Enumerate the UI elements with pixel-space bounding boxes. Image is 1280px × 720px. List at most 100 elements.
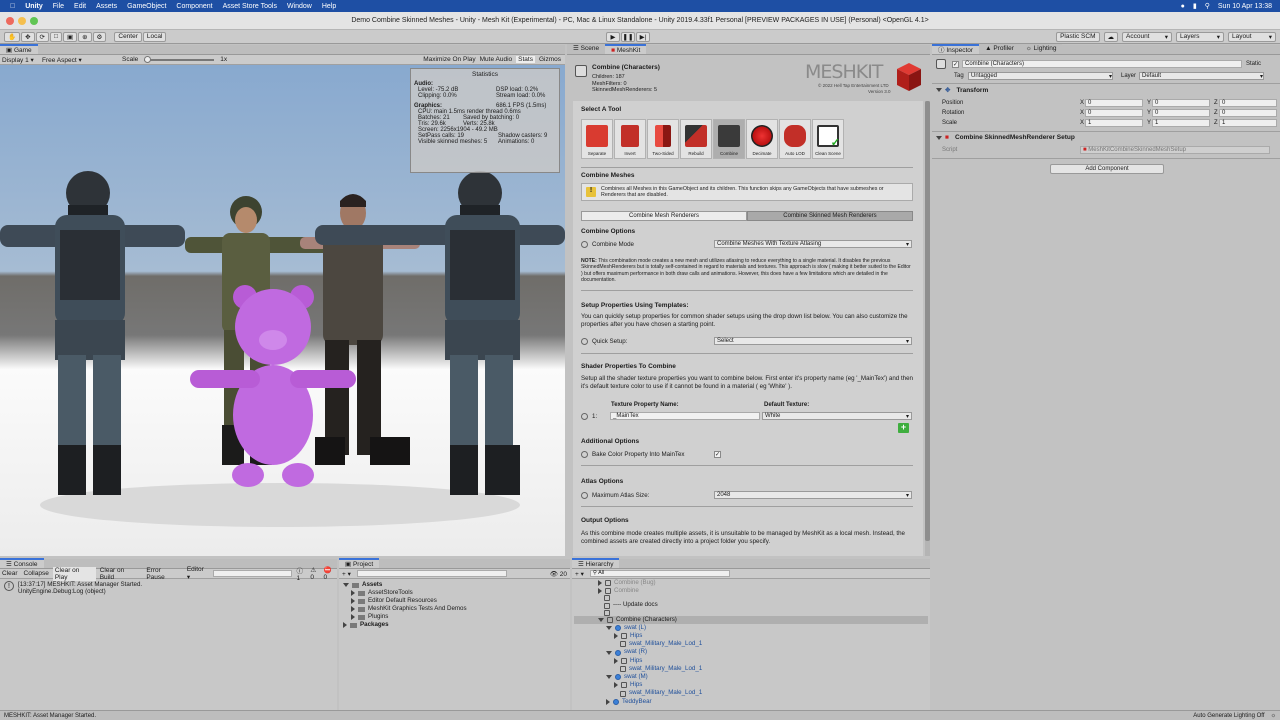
hierarchy-item[interactable]: Hips [574,681,928,689]
tab-scene[interactable]: ☰ Scene [567,44,606,54]
project-folder-item[interactable]: AssetStoreTools [343,589,467,597]
gizmos-toggle[interactable]: Gizmos [539,56,561,63]
tool-separate[interactable]: Separate [581,119,613,159]
console-editor-dropdown[interactable]: Editor ▾ [185,566,211,581]
battery-icon[interactable]: ▮ [1193,2,1197,10]
tab-combine-mesh-renderers[interactable]: Combine Mesh Renderers [581,211,747,221]
console-log-count[interactable]: ⓘ 1 [296,565,308,582]
scale-x-input[interactable]: 1 [1085,119,1143,127]
app-menu[interactable]: Unity [25,3,43,10]
tool-two-sided[interactable]: Two-Sided [647,119,679,159]
console-clear-button[interactable]: Clear [0,570,20,577]
console-search-input[interactable] [212,570,293,577]
tab-game[interactable]: ▣ Game [0,44,38,54]
search-icon[interactable]: ⚲ [1205,2,1210,10]
hierarchy-item[interactable]: ---- Update docs [574,601,928,609]
position-x-input[interactable]: 0 [1085,99,1143,107]
tool-combine[interactable]: Combine [713,119,745,159]
active-checkbox[interactable]: ✓ [952,60,959,68]
rotation-y-input[interactable]: 0 [1152,109,1210,117]
scale-y-input[interactable]: 1 [1152,119,1210,127]
default-texture-dropdown[interactable]: White ▾ [762,412,912,420]
hierarchy-item[interactable]: TeddyBear [574,698,928,706]
plastic-scm-button[interactable]: Plastic SCM [1056,31,1100,42]
rotate-tool-icon[interactable]: ⟳ [35,31,49,42]
menu-assets[interactable]: Assets [96,3,117,10]
hierarchy-item[interactable]: swat (M) [574,673,928,681]
hierarchy-item[interactable]: Combine [574,587,928,595]
console-clear-on-build-button[interactable]: Clear on Build [98,567,143,581]
menu-file[interactable]: File [53,3,64,10]
menu-window[interactable]: Window [287,3,312,10]
tab-project[interactable]: ▣ Project [339,558,380,568]
display-dropdown[interactable]: Display 1 ▾ [2,56,38,64]
layer-dropdown[interactable]: Default ▾ [1139,72,1264,80]
hierarchy-item[interactable]: swat_Military_Male_Lod_1 [574,689,928,697]
zoom-window-icon[interactable] [30,17,38,25]
project-hidden-count[interactable]: 👁 20 [550,570,567,578]
hierarchy-item[interactable]: Hips [574,632,928,640]
hierarchy-item[interactable]: Hips [574,657,928,665]
project-add-icon[interactable]: + ▾ [342,570,351,578]
tab-profiler[interactable]: ▲ Profiler [979,44,1020,54]
play-button[interactable]: ▶ [606,31,620,42]
bake-color-checkbox[interactable]: ✓ [714,451,721,458]
tool-decimate[interactable]: Decimate [746,119,778,159]
add-component-button[interactable]: Add Component [1050,164,1164,174]
hierarchy-search-input[interactable]: ⚲ All [589,570,730,577]
minimize-window-icon[interactable] [18,17,26,25]
hand-tool-icon[interactable]: ✋ [4,31,21,42]
tool-rebuild[interactable]: Rebuild [680,119,712,159]
tool-clean-scene[interactable]: ✓ Clean Scene [812,119,844,159]
layout-dropdown[interactable]: Layout ▾ [1228,31,1276,42]
custom-tool-icon[interactable]: ⚙ [92,31,107,42]
tool-auto-lod[interactable]: Auto LOD [779,119,811,159]
transform-header[interactable]: ✥ Transform [936,86,988,94]
quick-setup-dropdown[interactable]: Select ▾ [714,337,912,345]
tab-meshkit[interactable]: ■ MeshKit [605,44,647,54]
component-header[interactable]: ■ Combine SkinnedMeshRenderer Setup [936,134,1075,141]
menu-asset-store-tools[interactable]: Asset Store Tools [223,3,277,10]
meshkit-scrollbar[interactable] [925,101,930,556]
lighting-icon[interactable]: ☼ [1271,713,1277,719]
console-log-entry[interactable]: ! [13:37:17] MESHKIT: Asset Manager Star… [4,581,334,595]
project-packages-folder[interactable]: Packages [343,621,467,629]
step-button[interactable]: ▶| [636,31,650,42]
script-field[interactable]: ■ MeshKitCombineSkinnedMeshSetup [1080,146,1270,154]
combine-mode-dropdown[interactable]: Combine Meshes With Texture Atlasing ▾ [714,240,912,248]
stats-toggle[interactable]: Stats [516,56,535,63]
project-folder-item[interactable]: MeshKit Graphics Tests And Demos [343,605,467,613]
layers-dropdown[interactable]: Layers ▾ [1176,31,1224,42]
scale-tool-icon[interactable]: □ [50,31,62,42]
project-assets-folder[interactable]: Assets [343,581,467,589]
hierarchy-item-selected[interactable]: Combine (Characters) [574,615,928,624]
move-tool-icon[interactable]: ✥ [21,31,35,42]
meshkit-scrollbar-thumb[interactable] [925,101,930,541]
hierarchy-item[interactable]: swat_Military_Male_Lod_1 [574,640,928,648]
rect-tool-icon[interactable]: ▣ [62,31,78,42]
close-window-icon[interactable] [6,17,14,25]
console-error-pause-button[interactable]: Error Pause [144,567,183,581]
hierarchy-item[interactable]: swat (R) [574,648,928,656]
console-clear-on-play-button[interactable]: Clear on Play [52,566,96,581]
console-warn-count[interactable]: ⚠ 0 [310,566,321,581]
position-z-input[interactable]: 0 [1219,99,1277,107]
tag-dropdown[interactable]: Untagged ▾ [968,72,1113,80]
console-error-count[interactable]: ⛔ 0 [324,566,337,581]
scale-slider[interactable] [144,55,215,63]
hierarchy-item[interactable]: Combine (Bug) [574,579,928,587]
hierarchy-item[interactable]: swat_Military_Male_Lod_1 [574,665,928,673]
pivot-mode-button[interactable]: Center [114,31,142,42]
transform-tool-icon[interactable]: ⊕ [78,31,92,42]
static-toggle[interactable]: Static [1246,61,1261,67]
aspect-dropdown[interactable]: Free Aspect ▾ [42,56,122,64]
tab-hierarchy[interactable]: ☰ Hierarchy [572,558,620,568]
rotation-x-input[interactable]: 0 [1085,109,1143,117]
pause-button[interactable]: ❚❚ [621,31,635,42]
clock[interactable]: Sun 10 Apr 13:38 [1218,3,1272,10]
object-name-input[interactable]: Combine (Characters) [962,60,1242,68]
hierarchy-add-icon[interactable]: + ▾ [575,570,584,578]
hierarchy-item[interactable]: swat (L) [574,624,928,632]
scale-slider-thumb[interactable] [144,55,152,63]
rotation-z-input[interactable]: 0 [1219,109,1277,117]
